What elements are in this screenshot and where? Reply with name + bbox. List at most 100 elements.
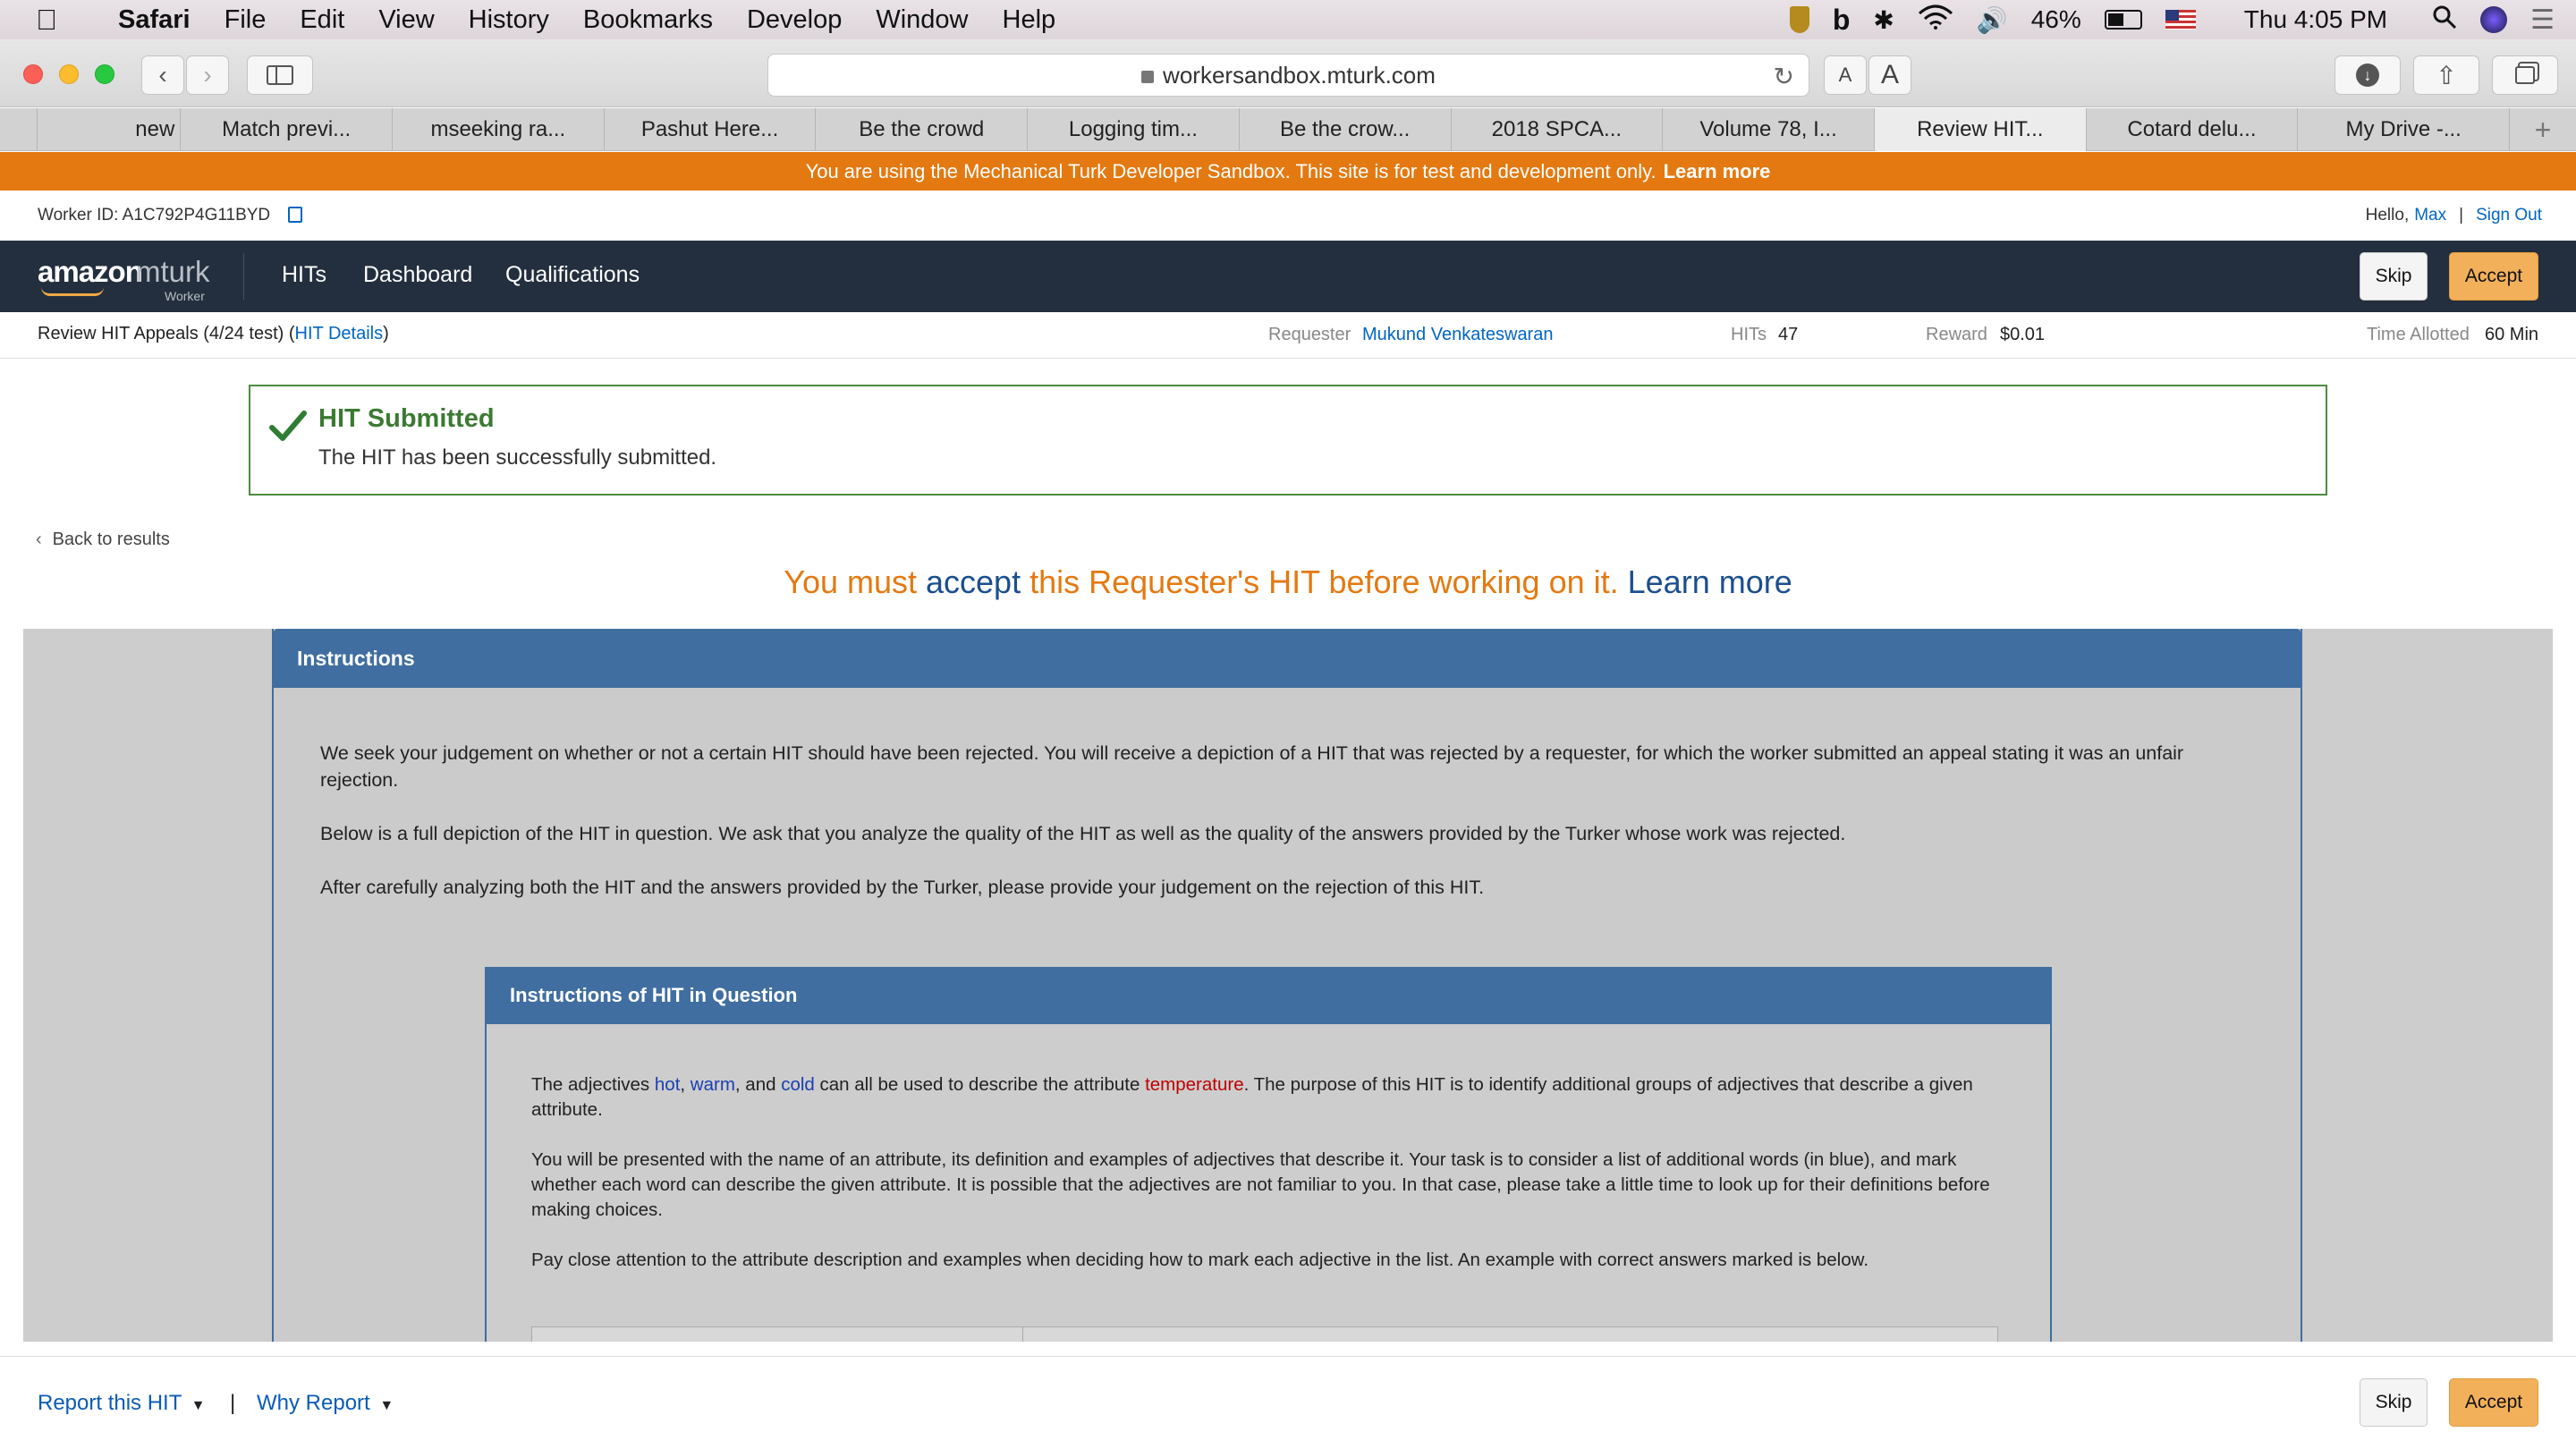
apple-icon[interactable]:  [36,4,57,37]
footer-accept-button[interactable]: Accept [2449,1378,2538,1427]
clock[interactable]: Thu 4:05 PM [2244,5,2387,34]
notification-center-icon[interactable]: ☰ [2530,4,2555,36]
menu-develop[interactable]: Develop [747,5,842,35]
tab-be-the-crowd[interactable]: Be the crowd [815,108,1027,151]
tab-logging-tim[interactable]: Logging tim... [1027,108,1239,151]
menu-file[interactable]: File [225,5,267,35]
menu-help[interactable]: Help [1003,5,1056,35]
address-bar[interactable]: workersandbox.mturk.com ↻ [767,54,1809,97]
tab-match-previ[interactable]: Match previ... [180,108,392,151]
tab-cotard[interactable]: Cotard delu... [2085,108,2298,151]
hits-label: HITs [1731,325,1767,344]
tab-be-the-crow[interactable]: Be the crow... [1238,108,1451,151]
flag-icon[interactable] [2165,10,2196,30]
caret-down-icon: ▼ [191,1398,206,1413]
downloads-button[interactable]: ↓ [2334,55,2401,95]
tab-overview-button[interactable] [2492,55,2558,95]
nav-qualifications[interactable]: Qualifications [505,262,640,288]
menu-history[interactable]: History [469,5,549,35]
tabs-icon [2515,66,2535,84]
back-label: Back to results [52,530,170,549]
sandbox-banner: You are using the Mechanical Turk Develo… [0,152,2576,191]
battery-percent[interactable]: 46% [2031,5,2081,34]
menu-view[interactable]: View [378,5,434,35]
battery-icon[interactable] [2104,10,2142,30]
user-name-link[interactable]: Max [2414,206,2446,225]
footer-skip-button[interactable]: Skip [2360,1378,2428,1427]
tab-review-hit[interactable]: Review HIT... [1873,108,2086,151]
bluetooth-icon[interactable]: ✱ [1873,5,1894,35]
requester-link[interactable]: Mukund Venkateswaran [1362,325,1553,345]
forward-button[interactable]: › [186,55,229,95]
download-icon: ↓ [2356,64,2379,87]
must-accept-pre: You must [784,564,917,600]
learn-more-link[interactable]: Learn more [1628,564,1792,600]
spotlight-search-icon[interactable] [2432,4,2457,36]
inner-instructions-heading: Instructions of HIT in Question [487,967,2050,1024]
url-text[interactable]: workersandbox.mturk.com [1163,62,1436,89]
report-hit-label: Report this HIT [38,1391,182,1415]
must-accept-mid: this Requester's HIT before working on i… [1030,564,1619,600]
copy-icon[interactable] [288,207,302,223]
logo-smile-icon [41,287,104,296]
minimize-window-button[interactable] [59,64,79,84]
accept-inline-link[interactable]: accept [926,564,1021,600]
tab-label: Pashut Here... [640,117,779,141]
chevron-left-icon: ‹ [36,530,42,549]
tab-label: Volume 78, I... [1699,117,1837,141]
time-allotted-label: Time Allotted [2367,325,2470,344]
text-smaller-button[interactable]: A [1824,55,1867,95]
wifi-icon[interactable] [1918,4,1953,36]
menu-edit[interactable]: Edit [300,5,344,35]
tab-pashut[interactable]: Pashut Here... [603,108,816,151]
inner-p1-text-b: can all be used to describe the attribut… [819,1074,1140,1095]
b-extension-icon[interactable]: b [1833,4,1851,37]
inner-p3: Pay close attention to the attribute des… [531,1250,1869,1270]
reward-label: Reward [1926,325,1987,344]
why-report-link[interactable]: Why Report ▼ [257,1391,394,1416]
greeting-separator: | [2459,206,2464,225]
hits-count: 47 [1778,325,1799,344]
menu-window[interactable]: Window [876,5,968,35]
tab-2018-spca[interactable]: 2018 SPCA... [1450,108,1663,151]
table-divider [1022,1327,1023,1342]
inner-p2: You will be presented with the name of a… [531,1149,1990,1220]
word-temperature: temperature [1145,1074,1244,1095]
siri-icon[interactable] [2480,6,2508,33]
tab-mseeking[interactable]: mseeking ra... [391,108,604,151]
mturk-logo[interactable]: amazon mturk Worker [38,255,210,303]
reload-icon[interactable]: ↻ [1774,62,1794,91]
hit-preview-area[interactable]: Instructions We seek your judgement on w… [23,629,2553,1342]
back-button[interactable]: ‹ [141,55,184,95]
menu-app-name[interactable]: Safari [118,5,191,35]
nav-hits[interactable]: HITs [282,262,326,288]
inner-p1-text-a: The adjectives [531,1074,650,1095]
menu-bookmarks[interactable]: Bookmarks [583,5,713,35]
new-tab-button[interactable]: + [2509,108,2576,151]
hit-details-link[interactable]: HIT Details [295,324,384,343]
back-to-results-link[interactable]: ‹ Back to results [36,530,170,550]
sandbox-learn-more-link[interactable]: Learn more [1664,160,1771,183]
share-button[interactable]: ⇧ [2413,55,2479,95]
tab-label: Review HIT... [1917,117,2044,141]
mturk-navbar: amazon mturk Worker HITs Dashboard Quali… [0,241,2576,312]
sign-out-link[interactable]: Sign Out [2476,206,2542,225]
tab-pinned[interactable] [0,108,37,151]
report-hit-link[interactable]: Report this HIT ▼ [38,1391,205,1416]
check-icon [268,408,308,448]
nav-dashboard[interactable]: Dashboard [363,262,472,288]
volume-icon[interactable]: 🔊 [1977,5,2008,35]
shield-extension-icon[interactable] [1789,6,1809,33]
worker-row: Worker ID: A1C792P4G11BYD Hello, Max | S… [0,191,2576,241]
reward-value: $0.01 [2000,325,2046,344]
tab-my-drive[interactable]: My Drive -... [2297,108,2509,151]
accept-button[interactable]: Accept [2449,252,2538,301]
skip-button[interactable]: Skip [2360,252,2428,301]
tab-volume-78[interactable]: Volume 78, I... [1662,108,1874,151]
tab-label: Be the crow... [1279,117,1411,141]
text-larger-button[interactable]: A [1868,55,1911,95]
close-window-button[interactable] [23,64,43,84]
sidebar-toggle-button[interactable] [247,55,313,95]
tab-new[interactable]: new [37,108,180,151]
zoom-window-button[interactable] [95,64,114,84]
